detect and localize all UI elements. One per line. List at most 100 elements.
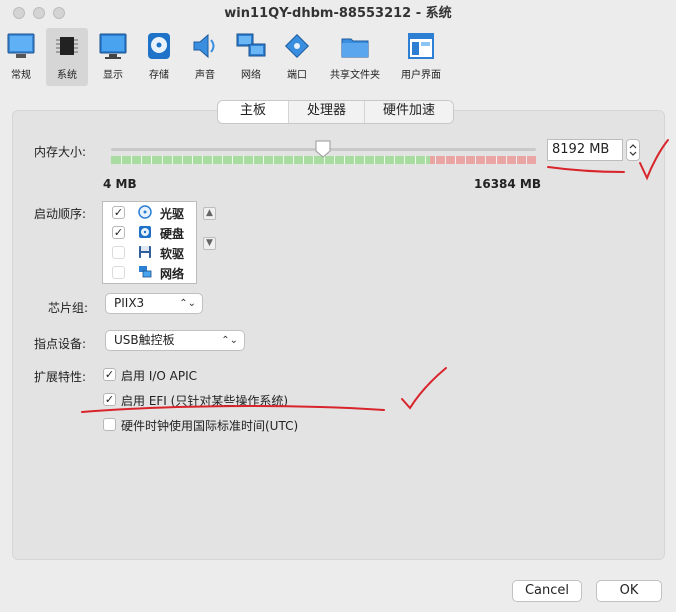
settings-toolbar: 常规 系统 显示 存储 声音 网络 端口 共享文件夹 用户界面 [0,28,676,88]
chevron-updown-icon: ⌃⌄ [221,335,238,346]
memory-slider-knob[interactable] [315,140,331,158]
memory-slider-tick [252,156,254,164]
pointing-device-label: 指点设备: [34,337,87,351]
minimize-window-button[interactable] [33,7,45,19]
memory-slider-tick [434,156,436,164]
toolbar-shared-folders-label: 共享文件夹 [330,70,380,81]
ok-button[interactable]: OK [596,580,662,602]
memory-label: 内存大小: [34,145,87,159]
memory-slider-tick [455,156,457,164]
cancel-button[interactable]: Cancel [512,580,582,602]
option-efi-label: 启用 EFI (只针对某些操作系统) [121,394,289,408]
toolbar-display-label: 显示 [103,70,123,81]
boot-item-optical-checkbox[interactable]: ✓ [112,206,125,219]
toolbar-shared-folders[interactable]: 共享文件夹 [327,28,383,86]
boot-item-network-checkbox[interactable] [112,266,125,279]
memory-slider-tick [404,156,406,164]
tab-processor[interactable]: 处理器 [288,101,365,123]
optical-drive-icon [138,205,152,219]
boot-order-list[interactable]: ✓ 光驱 ✓ 硬盘 软驱 网络 [102,201,197,284]
user-interface-icon [408,33,434,59]
window-title: win11QY-dhbm-88553212 - 系统 [224,6,452,21]
shared-folder-icon [341,38,369,58]
boot-item-harddisk-checkbox[interactable]: ✓ [112,226,125,239]
memory-slider-tick [212,156,214,164]
toolbar-system-label: 系统 [57,70,77,81]
pointing-device-select[interactable]: USB触控板 ⌃⌄ [105,330,245,351]
toolbar-audio[interactable]: 声音 [186,28,224,86]
toolbar-ports[interactable]: 端口 [278,28,316,86]
memory-slider-tick [374,156,376,164]
toolbar-storage-label: 存储 [149,70,169,81]
memory-size-stepper[interactable] [626,139,640,161]
toolbar-ports-label: 端口 [287,70,307,81]
memory-slider-tick [151,156,153,164]
chipset-select[interactable]: PIIX3 ⌃⌄ [105,293,203,314]
memory-slider-tick [505,156,507,164]
boot-item-optical-name: 光驱 [160,207,185,221]
tab-motherboard[interactable]: 主板 [218,101,289,123]
memory-slider-tick [343,156,345,164]
memory-slider-tick [202,156,204,164]
zoom-window-button[interactable] [53,7,65,19]
toolbar-storage[interactable]: 存储 [141,28,177,86]
tab-acceleration[interactable]: 硬件加速 [364,101,454,123]
general-icon [7,33,35,58]
audio-speaker-icon [193,33,215,59]
memory-slider-tick [181,156,183,164]
option-efi-checkbox[interactable]: ✓ [103,393,116,406]
option-io-apic-checkbox[interactable]: ✓ [103,368,116,381]
memory-slider-tick [475,156,477,164]
memory-slider-tick [242,156,244,164]
toolbar-display[interactable]: 显示 [95,28,131,86]
floppy-icon [139,246,151,258]
chipset-label: 芯片组: [48,301,89,315]
memory-slider-tick [131,156,133,164]
memory-slider-tick [384,156,386,164]
memory-slider-tick [171,156,173,164]
memory-slider-tick [313,156,315,164]
memory-slider-range-safe [111,156,430,164]
ports-icon [284,33,310,59]
boot-move-up-button[interactable]: ▲ [203,207,216,220]
memory-slider-tick [222,156,224,164]
memory-slider-tick [394,156,396,164]
memory-slider-tick [444,156,446,164]
toolbar-user-interface[interactable]: 用户界面 [396,28,446,86]
close-window-button[interactable] [13,7,25,19]
memory-slider-tick [424,156,426,164]
toolbar-general-label: 常规 [11,70,31,81]
option-utc-clock-checkbox[interactable] [103,418,116,431]
memory-size-input[interactable]: 8192 MB [547,139,623,161]
boot-item-network[interactable]: 网络 [103,262,196,282]
display-monitor-icon [99,33,127,59]
boot-item-optical[interactable]: ✓ 光驱 [103,202,196,222]
tab-bar: 主板 处理器 硬件加速 [217,100,455,124]
option-utc-clock-label: 硬件时钟使用国际标准时间(UTC) [121,419,299,433]
memory-slider-tick [141,156,143,164]
boot-item-network-name: 网络 [160,267,185,281]
memory-slider-tick [191,156,193,164]
memory-slider-tick [485,156,487,164]
memory-slider-tick [161,156,163,164]
toolbar-general[interactable]: 常规 [2,28,40,86]
toolbar-user-interface-label: 用户界面 [401,70,441,81]
memory-slider-tick [232,156,234,164]
boot-item-floppy-checkbox[interactable] [112,246,125,259]
boot-item-harddisk[interactable]: ✓ 硬盘 [103,222,196,242]
boot-move-down-button[interactable]: ▼ [203,237,216,250]
boot-item-floppy[interactable]: 软驱 [103,242,196,262]
network-icon [236,33,266,57]
chevron-updown-icon: ⌃⌄ [179,298,196,309]
memory-slider-tick [333,156,335,164]
boot-order-label: 启动顺序: [34,207,87,221]
memory-max-label: 16384 MB [474,177,542,191]
chipset-select-value: PIIX3 [114,296,145,310]
memory-slider-tick [262,156,264,164]
memory-slider-tick [353,156,355,164]
toolbar-system[interactable]: 系统 [46,28,88,86]
memory-slider-tick [414,156,416,164]
memory-slider-tick [293,156,295,164]
toolbar-network[interactable]: 网络 [232,28,270,86]
memory-slider-tick [303,156,305,164]
